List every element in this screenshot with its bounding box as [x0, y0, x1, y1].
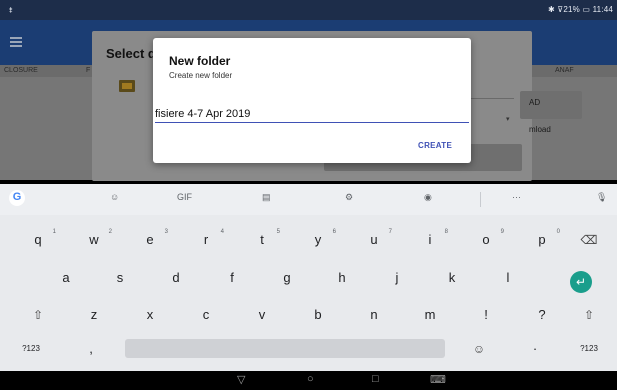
folder-name-input[interactable] [155, 106, 469, 123]
keyboard-switch-icon[interactable]: ⌨ [430, 373, 446, 386]
dialog-title: New folder [169, 54, 231, 68]
key-d[interactable]: d [148, 263, 204, 293]
key-k[interactable]: k [424, 263, 480, 293]
more-icon[interactable]: ··· [512, 192, 521, 202]
key-l[interactable]: l [480, 263, 536, 293]
ad-label: AD [529, 98, 541, 107]
key-i[interactable]: i8 [402, 225, 458, 255]
key-n[interactable]: n [346, 300, 402, 330]
toolbar-divider [480, 192, 481, 207]
backspace-icon[interactable]: ⌫ [561, 225, 617, 255]
tab-anaf[interactable]: ANAF [555, 67, 574, 74]
dialog-subtitle: Create new folder [169, 71, 233, 80]
key-c[interactable]: c [178, 300, 234, 330]
gif-button[interactable]: GIF [177, 192, 192, 202]
key-j[interactable]: j [369, 263, 425, 293]
tab-closure[interactable]: CLOSURE [4, 67, 38, 74]
usb-icon: ⯒ [9, 6, 13, 15]
hamburger-menu-icon[interactable] [10, 37, 22, 47]
key-y[interactable]: y6 [290, 225, 346, 255]
key-x[interactable]: x [122, 300, 178, 330]
microphone-icon[interactable]: 🎙 [596, 192, 607, 203]
sticker-icon[interactable]: ☺ [110, 192, 119, 202]
key-t[interactable]: t5 [234, 225, 290, 255]
key-z[interactable]: z [66, 300, 122, 330]
enter-icon[interactable]: ↵ [570, 271, 592, 293]
shift-left-icon[interactable]: ⇧ [10, 300, 66, 330]
key-r[interactable]: r4 [178, 225, 234, 255]
tab-f[interactable]: F [86, 67, 90, 74]
key-e[interactable]: e3 [122, 225, 178, 255]
key-v[interactable]: v [234, 300, 290, 330]
key-exclamation[interactable]: ! [458, 300, 514, 330]
key-h[interactable]: h [314, 263, 370, 293]
key-m[interactable]: m [402, 300, 458, 330]
soft-keyboard: q1 w2 e3 r4 t5 y6 u7 i8 o9 p0 ⌫ a s d f … [0, 215, 617, 371]
palette-icon[interactable]: ◉ [424, 192, 432, 203]
key-f[interactable]: f [204, 263, 260, 293]
shift-right-icon[interactable]: ⇧ [561, 300, 617, 330]
key-g[interactable]: g [259, 263, 315, 293]
status-bar: ⯒ ✱ ⊽21% ▭ 11:44 [0, 0, 617, 20]
spacebar[interactable] [125, 339, 445, 358]
settings-icon[interactable]: ⚙ [345, 192, 353, 203]
key-a[interactable]: a [38, 263, 94, 293]
back-icon[interactable]: ▽ [237, 373, 245, 386]
key-q[interactable]: q1 [10, 225, 66, 255]
navigation-bar: ▽ ○ □ ⌨ [0, 371, 617, 390]
key-b[interactable]: b [290, 300, 346, 330]
symbols-key-right[interactable]: ?123 [561, 334, 617, 364]
key-w[interactable]: w2 [66, 225, 122, 255]
key-period[interactable]: · [507, 334, 563, 364]
download-label: mload [529, 125, 551, 134]
emoji-icon[interactable]: ☺ [451, 334, 507, 364]
keyboard-toolbar: G ☺ GIF ▤ ⚙ ◉ ··· 🎙 [0, 184, 617, 215]
create-button[interactable]: CREATE [418, 141, 452, 150]
key-s[interactable]: s [92, 263, 148, 293]
key-o[interactable]: o9 [458, 225, 514, 255]
home-icon[interactable]: ○ [307, 373, 314, 385]
symbols-key[interactable]: ?123 [3, 334, 59, 364]
dropdown-arrow-icon: ▾ [506, 116, 510, 123]
google-icon[interactable]: G [9, 190, 25, 206]
key-u[interactable]: u7 [346, 225, 402, 255]
status-info: ✱ ⊽21% ▭ 11:44 [547, 5, 613, 14]
folder-icon [119, 80, 135, 92]
clipboard-icon[interactable]: ▤ [262, 192, 271, 203]
new-folder-dialog: New folder Create new folder CREATE [153, 38, 471, 163]
key-comma[interactable]: , [63, 334, 119, 364]
recents-icon[interactable]: □ [372, 373, 379, 385]
select-dialog-title: Select d [106, 46, 156, 61]
